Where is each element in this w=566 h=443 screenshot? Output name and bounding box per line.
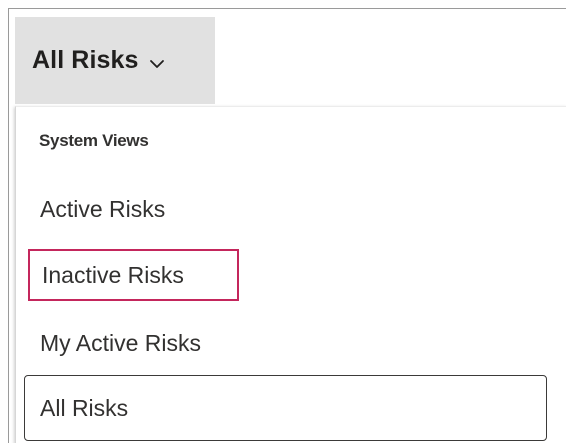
menu-item-active-risks[interactable]: Active Risks — [26, 187, 426, 231]
view-selector-screen: All Risks System Views Active Risks Inac… — [0, 0, 566, 443]
menu-item-my-active-risks[interactable]: My Active Risks — [26, 321, 426, 365]
menu-item-all-risks[interactable]: All Risks — [24, 375, 547, 441]
view-selector-label: All Risks — [32, 46, 139, 74]
frame-divider-left — [8, 8, 9, 443]
menu-item-inactive-risks[interactable]: Inactive Risks — [28, 249, 239, 301]
group-header-system-views: System Views — [39, 131, 149, 150]
frame-divider-top — [8, 8, 566, 9]
chevron-down-icon — [149, 57, 165, 71]
view-dropdown-menu: System Views Active Risks Inactive Risks… — [15, 106, 566, 443]
view-selector-button[interactable]: All Risks — [15, 17, 215, 104]
